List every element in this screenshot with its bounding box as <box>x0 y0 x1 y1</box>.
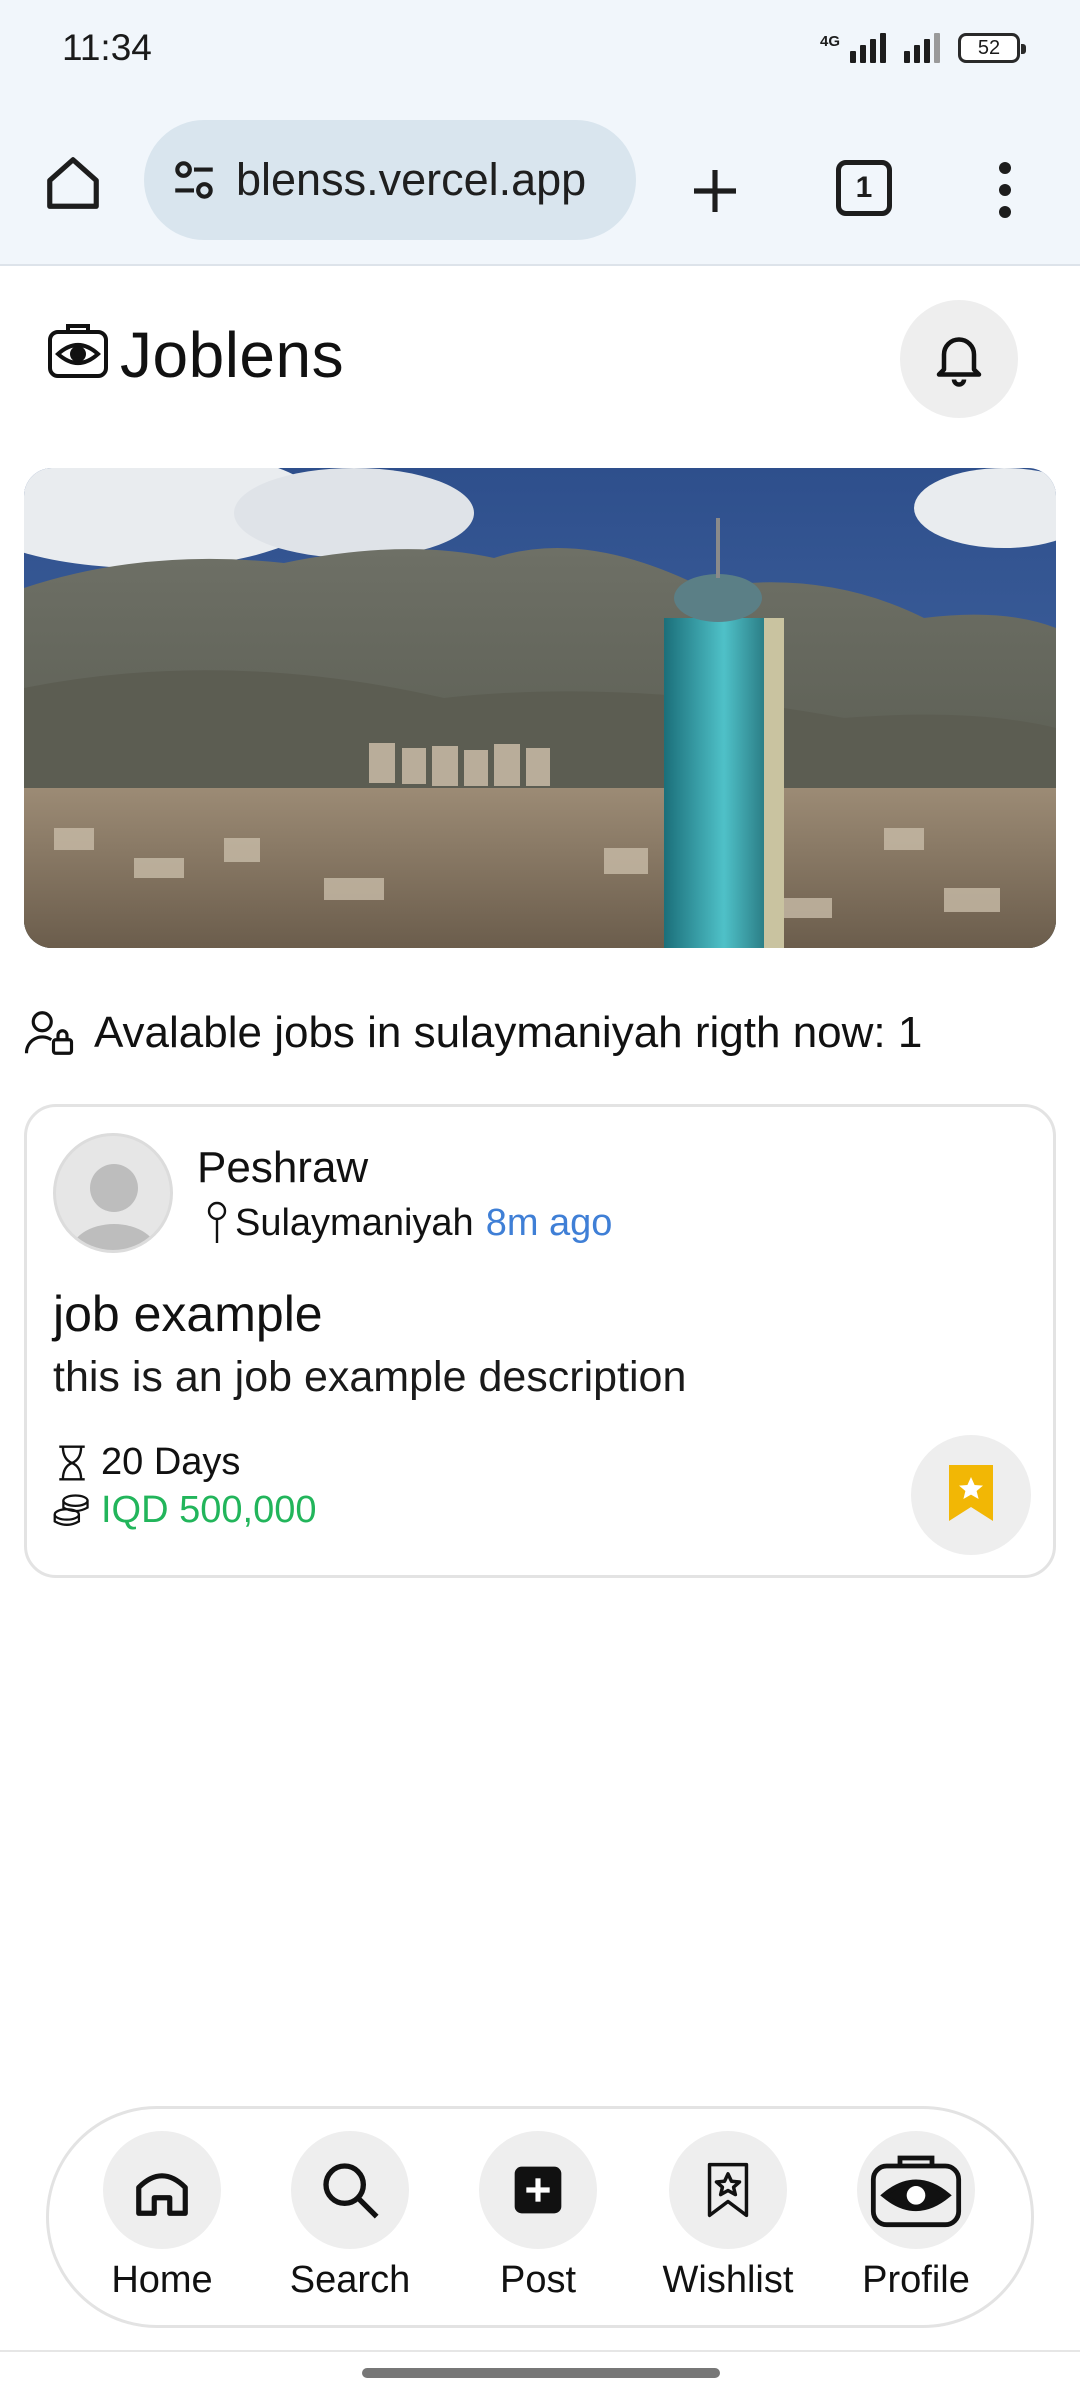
gesture-handle[interactable] <box>362 2368 720 2378</box>
coins-icon <box>53 1491 91 1531</box>
bottom-nav: Home Search Post Wishlist Profile <box>46 2106 1034 2328</box>
hero-city-image <box>24 468 1056 948</box>
add-post-icon <box>479 2131 597 2249</box>
job-card[interactable]: Peshraw Sulaymaniyah 8m ago job example … <box>24 1104 1056 1578</box>
address-bar[interactable]: blenss.vercel.app <box>144 120 636 240</box>
job-title: job example <box>53 1286 323 1342</box>
url-text: blenss.vercel.app <box>236 154 587 205</box>
app-title: Joblens <box>120 319 345 391</box>
tab-count-label: 1 <box>855 171 873 204</box>
status-icons: 4G 52 <box>819 33 1026 63</box>
system-nav-divider <box>0 2350 1080 2352</box>
user-lock-icon <box>22 1006 76 1060</box>
bookmark-star-icon <box>943 1461 999 1530</box>
nav-wishlist-label: Wishlist <box>662 2259 794 2301</box>
nav-home-label: Home <box>111 2259 213 2301</box>
salary-row: IQD 500,000 <box>53 1489 316 1532</box>
nav-profile[interactable]: Profile <box>841 2131 991 2311</box>
job-description: this is an job example description <box>53 1353 687 1401</box>
signal-icon-2 <box>904 33 940 63</box>
more-vert-icon[interactable] <box>985 150 1025 230</box>
network-type: 4G <box>819 33 840 50</box>
wishlist-icon <box>669 2131 787 2249</box>
posted-time: 8m ago <box>485 1201 613 1244</box>
poster-name: Peshraw <box>197 1143 369 1192</box>
joblens-logo-icon <box>46 318 110 382</box>
search-icon <box>291 2131 409 2249</box>
hourglass-icon <box>53 1443 91 1483</box>
signal-icon <box>850 33 886 63</box>
battery-icon: 52 <box>958 33 1026 63</box>
tabs-icon[interactable]: 1 <box>836 160 892 216</box>
nav-home[interactable]: Home <box>87 2131 237 2311</box>
home-icon[interactable] <box>38 148 108 218</box>
avatar <box>53 1133 173 1253</box>
duration-row: 20 Days <box>53 1441 240 1484</box>
available-jobs-row: Avalable jobs in sulaymaniyah rigth now:… <box>22 998 1062 1068</box>
status-bar: 11:34 4G 52 <box>0 0 1080 96</box>
browser-toolbar: blenss.vercel.app 1 <box>0 96 1080 266</box>
site-settings-icon[interactable] <box>166 152 222 208</box>
job-salary: IQD 500,000 <box>101 1489 317 1531</box>
battery-level: 52 <box>977 36 1001 59</box>
status-time: 11:34 <box>62 27 152 68</box>
job-duration: 20 Days <box>101 1441 241 1483</box>
nav-wishlist[interactable]: Wishlist <box>653 2131 803 2311</box>
nav-post[interactable]: Post <box>463 2131 613 2311</box>
nav-search-label: Search <box>289 2259 411 2301</box>
profile-eye-icon <box>857 2131 975 2249</box>
bell-icon <box>929 327 989 392</box>
add-to-wishlist-button[interactable] <box>911 1435 1031 1555</box>
nav-post-label: Post <box>499 2259 577 2301</box>
home-icon <box>103 2131 221 2249</box>
job-location: Sulaymaniyah <box>235 1201 474 1244</box>
available-jobs-text: Avalable jobs in sulaymaniyah rigth now:… <box>94 1008 923 1057</box>
notifications-button[interactable] <box>900 300 1018 418</box>
job-meta: Sulaymaniyah 8m ago <box>203 1201 612 1245</box>
new-tab-icon[interactable] <box>680 156 750 226</box>
nav-profile-label: Profile <box>862 2259 970 2301</box>
nav-search[interactable]: Search <box>275 2131 425 2311</box>
app-header: Joblens <box>0 268 1080 448</box>
location-pin-icon <box>203 1201 231 1245</box>
